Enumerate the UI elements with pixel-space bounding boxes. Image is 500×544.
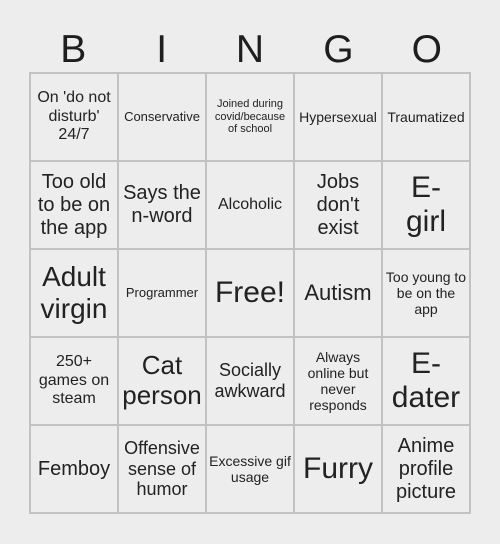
bingo-cell[interactable]: Anime profile picture xyxy=(383,426,471,514)
bingo-cell[interactable]: Excessive gif usage xyxy=(207,426,295,514)
bingo-cell[interactable]: Cat person xyxy=(119,338,207,426)
bingo-cell[interactable]: On 'do not disturb' 24/7 xyxy=(31,74,119,162)
bingo-cell[interactable]: Jobs don't exist xyxy=(295,162,383,250)
header-letter-g: G xyxy=(323,28,354,71)
header-letter-o: O xyxy=(411,28,442,71)
bingo-cell[interactable]: Conservative xyxy=(119,74,207,162)
bingo-cell[interactable]: Too old to be on the app xyxy=(31,162,119,250)
bingo-header: B I N G O xyxy=(29,28,471,72)
bingo-cell[interactable]: Alcoholic xyxy=(207,162,295,250)
bingo-cell[interactable]: Adult virgin xyxy=(31,250,119,338)
bingo-cell[interactable]: Femboy xyxy=(31,426,119,514)
bingo-cell[interactable]: Socially awkward xyxy=(207,338,295,426)
header-letter-i: I xyxy=(156,28,168,71)
bingo-cell[interactable]: E-dater xyxy=(383,338,471,426)
bingo-cell[interactable]: 250+ games on steam xyxy=(31,338,119,426)
bingo-cell[interactable]: Joined during covid/because of school xyxy=(207,74,295,162)
bingo-board: On 'do not disturb' 24/7 Conservative Jo… xyxy=(29,72,471,514)
header-letter-n: N xyxy=(235,28,265,71)
free-space-cell[interactable]: Free! xyxy=(207,250,295,338)
bingo-cell[interactable]: Autism xyxy=(295,250,383,338)
bingo-cell[interactable]: Offensive sense of humor xyxy=(119,426,207,514)
bingo-cell[interactable]: Too young to be on the app xyxy=(383,250,471,338)
bingo-cell[interactable]: Says the n-word xyxy=(119,162,207,250)
bingo-cell[interactable]: E-girl xyxy=(383,162,471,250)
bingo-cell[interactable]: Traumatized xyxy=(383,74,471,162)
header-letter-b: B xyxy=(60,28,87,71)
bingo-cell[interactable]: Hypersexual xyxy=(295,74,383,162)
bingo-cell[interactable]: Programmer xyxy=(119,250,207,338)
bingo-cell[interactable]: Always online but never responds xyxy=(295,338,383,426)
bingo-cell[interactable]: Furry xyxy=(295,426,383,514)
